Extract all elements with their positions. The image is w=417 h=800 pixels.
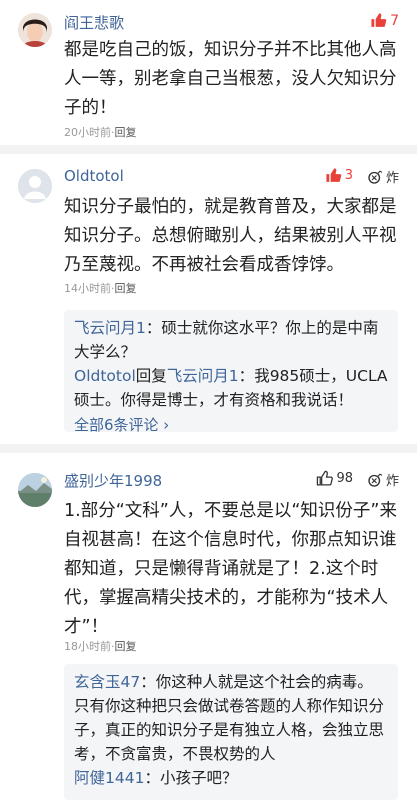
like-count: 7 — [390, 12, 399, 29]
username[interactable]: 盛别少年1998 — [64, 470, 162, 491]
reply-item[interactable]: 阿健1441：小孩子吧？ — [74, 766, 388, 790]
reply-button[interactable]: 回复 — [115, 640, 137, 653]
comment-3: 盛别少年1998 98 炸 1.部分“文科”人，不要总是以“知识份子”来自视甚高… — [0, 453, 417, 800]
reply-target[interactable]: 飞云问月1 — [167, 367, 239, 385]
comment-text: 1.部分“文科”人，不要总是以“知识份子”来自视甚高！在这个信息时代，你那点知识… — [64, 501, 397, 637]
avatar[interactable] — [18, 473, 52, 507]
timestamp: 14小时前 — [64, 282, 111, 295]
comment-text: 都是吃自己的饭，知识分子并不比其他人高人一等，别老拿自己当根葱，没人欠知识分子的… — [64, 40, 397, 118]
reply-button[interactable]: 回复 — [115, 126, 137, 139]
like-button[interactable]: 98 — [316, 470, 353, 487]
thumbs-up-icon — [326, 168, 342, 182]
reply-box: 飞云问月1：硕士就你这水平？你上的是中南大学么？ Oldtotol回复飞云问月1… — [64, 310, 398, 435]
reply-box: 玄含玉47：你这种人就是这个社会的病毒。只有你这种把只会做试卷答题的人称作知识分… — [64, 664, 398, 800]
bomb-icon — [368, 170, 383, 184]
comment-2: Oldtotol 3 炸 知识分子最怕的，就是教育普及，大家都是知识分子。总想俯… — [0, 154, 417, 444]
avatar[interactable] — [18, 13, 52, 47]
bomb-icon — [368, 473, 383, 487]
reply-author[interactable]: 飞云问月1 — [74, 319, 146, 337]
like-count: 3 — [344, 168, 353, 183]
like-button[interactable]: 3 — [325, 167, 353, 184]
reply-item[interactable]: Oldtotol回复飞云问月1：我985硕士，UCLA硕士。你得是博士，才有资格… — [74, 364, 388, 412]
thumbs-up-icon — [371, 13, 387, 27]
like-count: 98 — [336, 471, 353, 486]
reply-item[interactable]: 飞云问月1：硕士就你这水平？你上的是中南大学么？ — [74, 316, 388, 364]
comment-meta: 20小时前·回复 — [64, 126, 137, 139]
divider — [0, 145, 417, 154]
divider — [0, 444, 417, 453]
username[interactable]: 阎王悲歌 — [64, 12, 124, 33]
avatar[interactable] — [18, 169, 52, 203]
reply-button[interactable]: 回复 — [115, 282, 137, 295]
reply-author[interactable]: 阿健1441 — [74, 769, 144, 787]
comment-meta: 18小时前·回复 — [64, 640, 137, 653]
bomb-button[interactable]: 炸 — [366, 470, 399, 489]
reply-author[interactable]: 玄含玉47 — [74, 673, 140, 691]
reply-text: 小孩子吧？ — [159, 769, 238, 787]
thumbs-up-icon — [317, 470, 334, 486]
reply-item[interactable]: 玄含玉47：你这种人就是这个社会的病毒。只有你这种把只会做试卷答题的人称作知识分… — [74, 670, 388, 766]
comment-text: 知识分子最怕的，就是教育普及，大家都是知识分子。总想俯瞰别人，结果被别人平视乃至… — [64, 197, 397, 275]
username[interactable]: Oldtotol — [64, 167, 124, 185]
timestamp: 20小时前 — [64, 126, 111, 139]
bomb-button[interactable]: 炸 — [366, 167, 399, 186]
bomb-label: 炸 — [385, 474, 399, 489]
bomb-label: 炸 — [385, 171, 399, 186]
view-all-replies-link[interactable]: 全部6条评论 › — [74, 414, 388, 435]
comment-1: 阎王悲歌 7 都是吃自己的饭，知识分子并不比其他人高人一等，别老拿自己当根葱，没… — [0, 0, 417, 145]
like-button[interactable]: 7 — [370, 12, 399, 29]
timestamp: 18小时前 — [64, 640, 111, 653]
comment-meta: 14小时前·回复 — [64, 282, 137, 295]
reply-author[interactable]: Oldtotol — [74, 367, 136, 385]
